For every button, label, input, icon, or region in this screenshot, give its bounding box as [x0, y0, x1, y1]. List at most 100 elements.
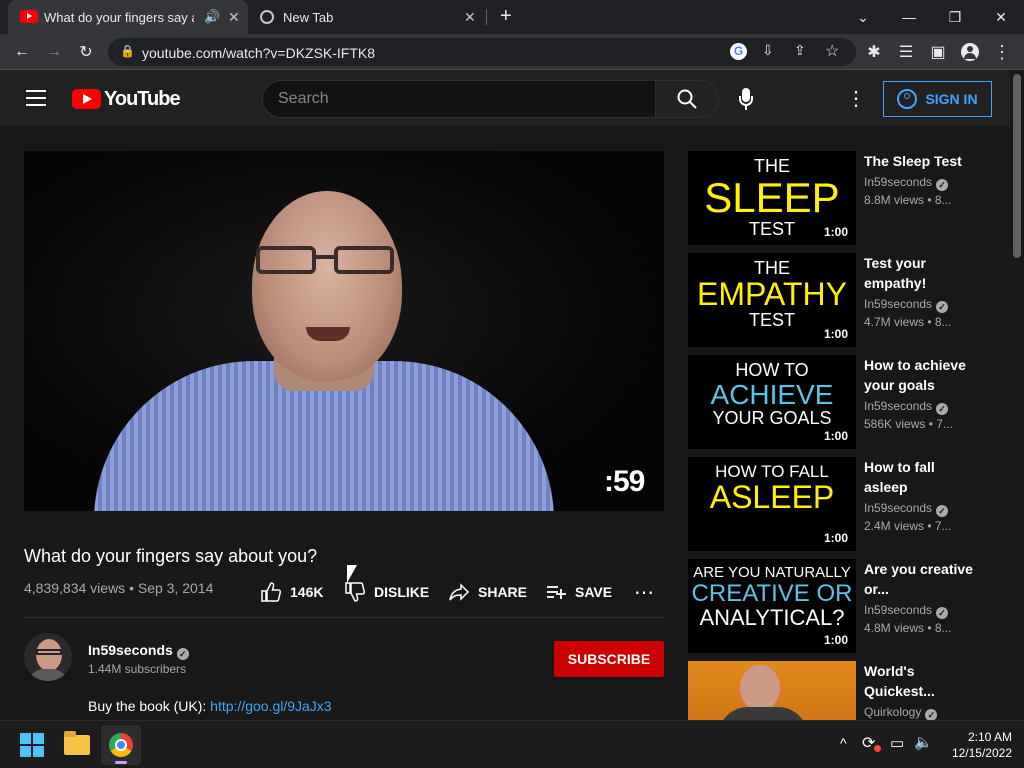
save-button[interactable]: SAVE	[545, 578, 612, 606]
recommended-channel[interactable]: In59seconds	[864, 297, 949, 313]
new-tab-plus-icon[interactable]: +	[500, 5, 512, 28]
audio-playing-icon[interactable]: 🔊	[204, 9, 220, 25]
forward-arrow-icon[interactable]: →	[42, 40, 66, 64]
recommended-video[interactable]: HOW TO FALL ASLEEP 1:00 How to fall asleep I…	[688, 457, 988, 551]
tab-youtube[interactable]: What do your fingers say about you? 🔊 ✕	[8, 0, 248, 34]
presenter-glasses	[256, 246, 316, 274]
video-duration: 1:00	[823, 327, 848, 341]
sign-in-label: SIGN IN	[925, 91, 978, 107]
recommended-video[interactable]: THE SLEEP TEST 1:00 The Sleep Test In59second…	[688, 151, 988, 245]
recommended-channel[interactable]: In59seconds	[864, 175, 949, 191]
restore-icon[interactable]: ❐	[932, 0, 978, 34]
recommended-video-title[interactable]: World's Quickest...	[864, 661, 974, 701]
browser-toolbar: ← → ↻ 🔒 youtube.com/watch?v=DKZSK-IFTK8 …	[0, 34, 1024, 70]
recommended-video-title[interactable]: How to fall asleep	[864, 457, 974, 497]
thumbnail-text: YOUR GOALS	[712, 408, 832, 429]
thumbnail-text: ANALYTICAL?	[699, 604, 845, 630]
video-thumbnail[interactable]: THE SLEEP TEST 1:00	[688, 151, 856, 245]
youtube-favicon-icon	[20, 10, 38, 23]
verified-badge-icon	[936, 301, 949, 313]
page-scrollbar-thumb[interactable]	[1013, 74, 1021, 258]
show-hidden-icons-chevron-icon[interactable]: ^	[840, 735, 847, 751]
description-link[interactable]: http://goo.gl/9JaJx3	[210, 698, 331, 714]
divider	[24, 617, 664, 618]
search-icon	[677, 89, 697, 109]
close-tab-icon[interactable]: ✕	[464, 9, 476, 26]
network-icon[interactable]: ▭	[890, 734, 904, 752]
channel-name[interactable]: In59seconds	[88, 642, 189, 660]
recommended-video[interactable]: World's Quickest... Quirkology	[688, 661, 988, 720]
like-button[interactable]: 146K	[260, 578, 323, 606]
recommended-video-title[interactable]: The Sleep Test	[864, 151, 974, 171]
close-tab-icon[interactable]: ✕	[228, 9, 240, 26]
taskbar-time[interactable]: 2:10 AM	[946, 730, 1012, 744]
subscribe-button[interactable]: SUBSCRIBE	[554, 641, 664, 677]
tab-new-tab[interactable]: New Tab ✕	[248, 0, 486, 34]
side-panel-icon[interactable]: ▣	[926, 40, 950, 64]
google-lens-icon[interactable]: G	[730, 43, 747, 60]
address-bar[interactable]: 🔒 youtube.com/watch?v=DKZSK-IFTK8 G ⇩ ⇪ …	[108, 38, 856, 66]
minimize-icon[interactable]: —	[886, 0, 932, 34]
recommended-channel[interactable]: Quirkology	[864, 705, 938, 720]
tab-strip: What do your fingers say about you? 🔊 ✕ …	[0, 0, 1024, 34]
account-circle-icon	[897, 89, 918, 109]
share-page-icon[interactable]: ⇪	[794, 42, 806, 59]
volume-icon[interactable]: 🔈	[914, 733, 933, 751]
recommended-channel[interactable]: In59seconds	[864, 603, 949, 619]
sign-in-button[interactable]: SIGN IN	[883, 81, 992, 117]
recommended-video-stats: 4.7M views • 8...	[864, 315, 952, 329]
profile-avatar-icon[interactable]	[958, 40, 982, 64]
channel-watermark[interactable]: :59	[604, 465, 645, 499]
recommended-channel[interactable]: In59seconds	[864, 501, 949, 517]
recommended-video[interactable]: THE EMPATHY TEST 1:00 Test your empathy! In59…	[688, 253, 988, 347]
file-explorer-icon[interactable]	[64, 731, 90, 755]
extensions-puzzle-icon[interactable]: ✱	[862, 40, 886, 64]
tab-search-chevron-icon[interactable]: ⌄	[840, 0, 886, 34]
recommended-video-stats: 8.8M views • 8...	[864, 193, 952, 207]
back-arrow-icon[interactable]: ←	[10, 40, 34, 64]
tab-title: What do your fingers say about you?	[44, 10, 194, 25]
voice-search-microphone-icon[interactable]	[735, 86, 757, 112]
video-duration: 1:00	[823, 429, 848, 443]
video-thumbnail[interactable]: HOW TO ACHIEVE YOUR GOALS 1:00	[688, 355, 856, 449]
more-actions-icon[interactable]: ⋯	[634, 580, 655, 605]
taskbar-chrome-button[interactable]	[101, 725, 141, 765]
url-text[interactable]: youtube.com/watch?v=DKZSK-IFTK8	[142, 45, 375, 61]
media-queue-icon[interactable]: ☰	[894, 40, 918, 64]
tab-divider	[486, 9, 487, 25]
close-window-icon[interactable]: ✕	[978, 0, 1024, 34]
recommended-video-title[interactable]: Are you creative or...	[864, 559, 974, 599]
bookmark-star-icon[interactable]: ☆	[825, 41, 839, 61]
search-input[interactable]: Search	[262, 80, 656, 118]
reload-icon[interactable]: ↻	[74, 40, 98, 64]
windows-start-icon[interactable]	[20, 733, 44, 757]
video-player[interactable]: :59	[24, 151, 664, 511]
taskbar-date[interactable]: 12/15/2022	[936, 746, 1012, 760]
chrome-menu-kebab-icon[interactable]: ⋮	[990, 40, 1014, 64]
recommended-video-stats: 4.8M views • 8...	[864, 621, 952, 635]
share-button[interactable]: SHARE	[448, 578, 527, 606]
recommended-video[interactable]: ARE YOU NATURALLY CREATIVE OR ANALYTICAL? 1…	[688, 559, 988, 653]
like-count: 146K	[290, 584, 324, 600]
dislike-button[interactable]: DISLIKE	[344, 578, 429, 606]
search-button[interactable]	[655, 80, 719, 118]
search-placeholder: Search	[278, 90, 329, 107]
chrome-icon	[109, 733, 133, 757]
recommended-video-title[interactable]: Test your empathy!	[864, 253, 974, 293]
youtube-logo[interactable]: YouTube	[72, 88, 181, 110]
install-app-icon[interactable]: ⇩	[762, 42, 774, 59]
chrome-favicon-icon	[260, 10, 274, 24]
video-thumbnail[interactable]: THE EMPATHY TEST 1:00	[688, 253, 856, 347]
recommended-video[interactable]: HOW TO ACHIEVE YOUR GOALS 1:00 How to achiev…	[688, 355, 988, 449]
settings-kebab-icon[interactable]: ⋮	[846, 86, 866, 111]
recommended-video-title[interactable]: How to achieve your goals	[864, 355, 974, 395]
video-thumbnail[interactable]: ARE YOU NATURALLY CREATIVE OR ANALYTICAL? 1…	[688, 559, 856, 653]
recommended-channel[interactable]: In59seconds	[864, 399, 949, 415]
thumbs-down-icon	[345, 582, 366, 602]
channel-avatar[interactable]	[24, 633, 72, 681]
video-thumbnail[interactable]: HOW TO FALL ASLEEP 1:00	[688, 457, 856, 551]
hamburger-menu-icon[interactable]	[26, 90, 46, 106]
lock-icon[interactable]: 🔒	[120, 44, 135, 58]
verified-badge-icon	[925, 709, 938, 720]
video-thumbnail[interactable]	[688, 661, 856, 720]
